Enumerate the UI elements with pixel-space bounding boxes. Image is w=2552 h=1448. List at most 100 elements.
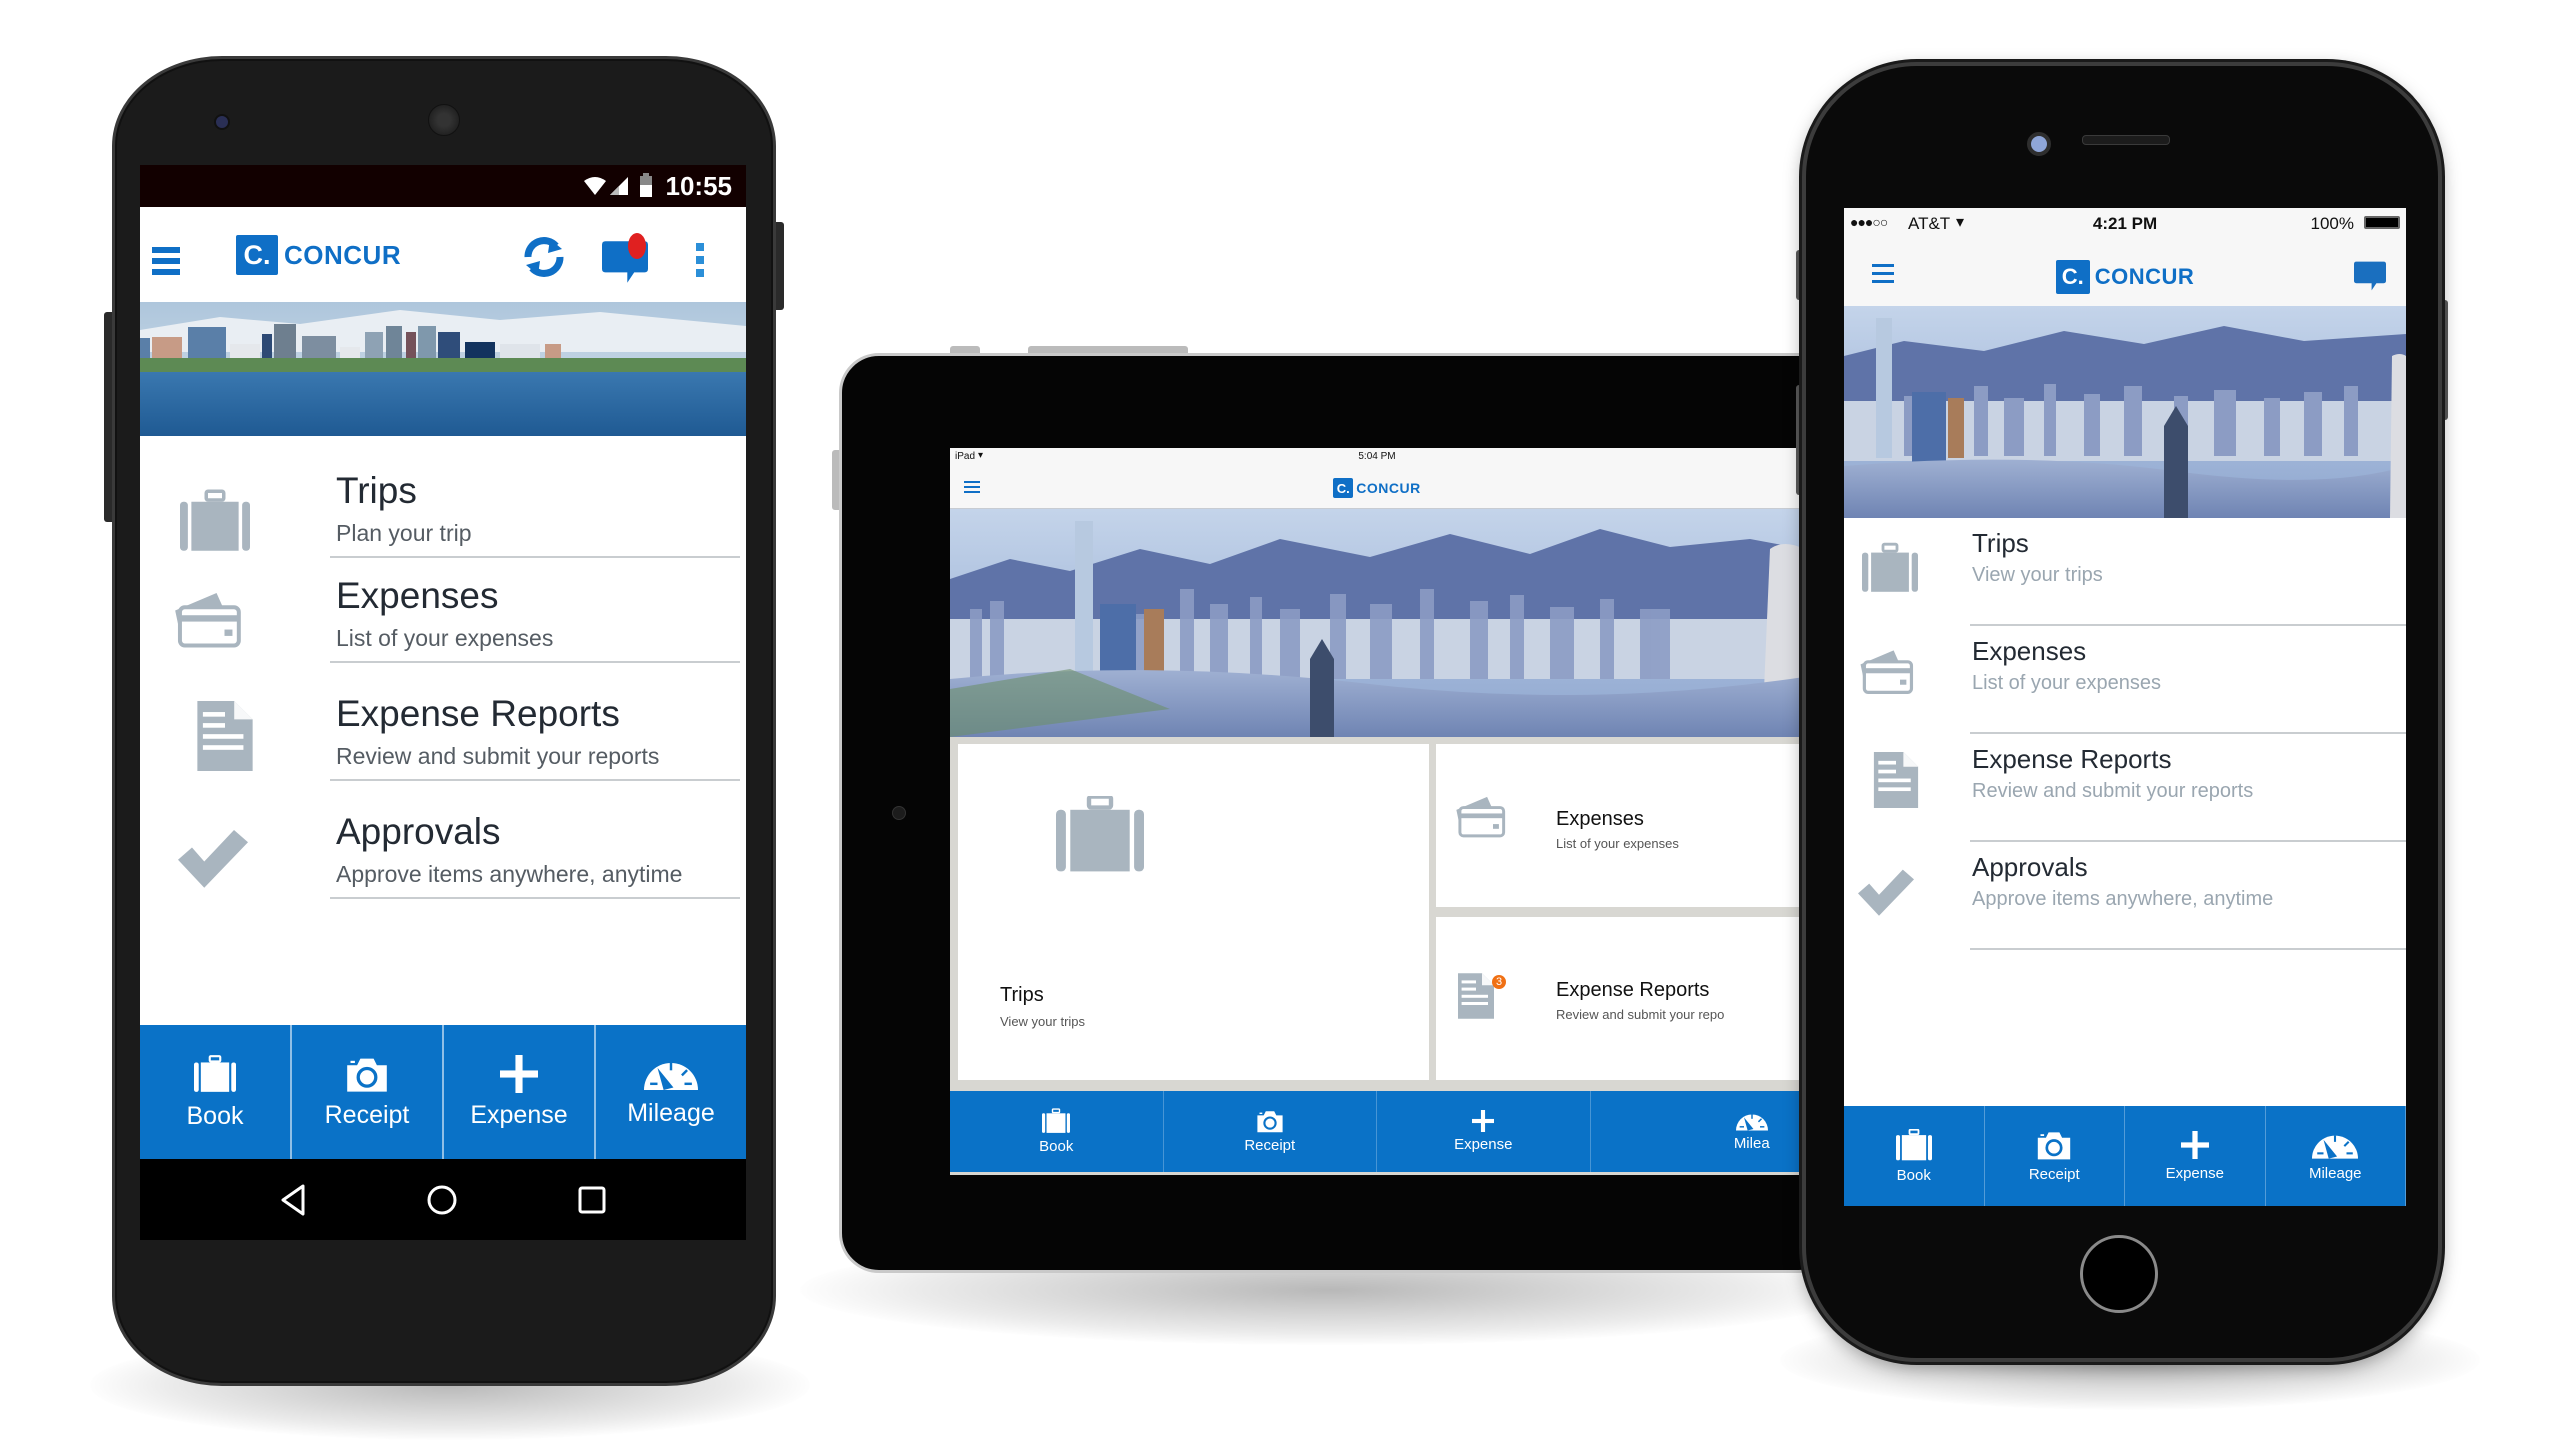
concur-logo-text: CONCUR xyxy=(1356,480,1421,496)
menu-item-title: Expense Reports xyxy=(1972,744,2172,774)
speedometer-icon xyxy=(644,1057,698,1091)
menu-item-title: Expenses xyxy=(1972,636,2087,666)
menu-item-trips[interactable]: Trips View your trips xyxy=(1844,518,2406,626)
credit-card-icon xyxy=(172,585,242,655)
sync-icon[interactable] xyxy=(520,235,568,279)
menu-item-expenses[interactable]: Expenses List of your expenses xyxy=(140,575,746,693)
suitcase-icon xyxy=(1896,1129,1932,1161)
back-icon[interactable] xyxy=(279,1183,307,1217)
nav-label: Mileage xyxy=(2308,1164,2362,1182)
nav-label: Mileage xyxy=(627,1098,715,1127)
status-time: 5:04 PM xyxy=(1358,451,1396,462)
nav-receipt-button[interactable]: Receipt xyxy=(1985,1106,2125,1206)
nav-mileage-button[interactable]: Mileage xyxy=(2266,1106,2406,1206)
menu-item-expenses[interactable]: Expenses List of your expenses xyxy=(1844,626,2406,734)
menu-item-trips[interactable]: Trips Plan your trip xyxy=(140,470,746,588)
nav-mileage-button[interactable]: Milea xyxy=(1591,1091,1804,1172)
tile-subtitle: List of your expenses xyxy=(1556,836,1679,851)
nav-receipt-button[interactable]: Receipt xyxy=(292,1025,444,1159)
tablet-button xyxy=(832,450,839,510)
suitcase-icon xyxy=(180,486,250,556)
front-camera xyxy=(214,114,230,130)
tile-subtitle: Review and submit your repo xyxy=(1556,1007,1725,1022)
tablet-app-header: C. CONCUR xyxy=(950,468,1804,510)
concur-logo: C. CONCUR xyxy=(950,478,1804,498)
checkmark-icon xyxy=(1858,864,1914,920)
iphone-screen: ●●●○○ AT&T ▾ 4:21 PM 100% C. CONCUR Trip… xyxy=(1844,208,2406,1206)
nav-label: Book xyxy=(1039,1138,1074,1155)
tile-expenses[interactable]: Expenses List of your expenses xyxy=(1436,744,1804,907)
battery-icon xyxy=(640,173,652,197)
menu-item-subtitle: Approve items anywhere, anytime xyxy=(336,861,683,887)
tile-title: Expenses xyxy=(1556,808,1644,830)
nav-label: Expense xyxy=(1454,1136,1513,1153)
front-camera xyxy=(2027,132,2051,156)
nav-book-button[interactable]: Book xyxy=(950,1091,1164,1172)
android-screen: 10:55 C. CONCUR Trips Plan your trip Exp… xyxy=(140,165,746,1240)
menu-item-approvals[interactable]: Approvals Approve items anywhere, anytim… xyxy=(1844,842,2406,950)
home-button[interactable] xyxy=(2080,1235,2158,1313)
plus-icon xyxy=(500,1055,538,1093)
wifi-icon xyxy=(584,177,606,195)
credit-card-icon xyxy=(1454,794,1506,840)
nav-receipt-button[interactable]: Receipt xyxy=(1164,1091,1377,1172)
tablet-camera xyxy=(892,806,906,820)
signal-icon xyxy=(610,177,628,195)
tile-title: Expense Reports xyxy=(1556,979,1710,1001)
tablet-button xyxy=(1028,346,1188,353)
nav-label: Book xyxy=(186,1101,244,1130)
battery-percent: 100% xyxy=(2310,214,2354,233)
notification-dot xyxy=(628,233,646,259)
nav-label: Expense xyxy=(470,1100,568,1129)
battery-icon xyxy=(2364,216,2400,229)
menu-item-subtitle: Plan your trip xyxy=(336,520,472,546)
menu-item-expense-reports[interactable]: Expense Reports Review and submit your r… xyxy=(1844,734,2406,842)
nav-label: Milea xyxy=(1733,1135,1770,1152)
nav-expense-button[interactable]: Expense xyxy=(444,1025,596,1159)
nav-expense-button[interactable]: Expense xyxy=(1377,1091,1591,1172)
menu-item-title: Approvals xyxy=(336,811,501,852)
android-system-nav xyxy=(140,1159,746,1240)
city-banner-image xyxy=(1844,306,2406,518)
overflow-menu-icon[interactable] xyxy=(696,243,704,277)
concur-logo: C. CONCUR xyxy=(236,235,401,275)
document-icon xyxy=(1458,973,1494,1019)
nav-expense-button[interactable]: Expense xyxy=(2125,1106,2266,1206)
menu-item-expense-reports[interactable]: Expense Reports Review and submit your r… xyxy=(140,693,746,811)
camera-icon xyxy=(1256,1109,1284,1133)
iphone-status-bar: ●●●○○ AT&T ▾ 4:21 PM 100% xyxy=(1844,208,2406,240)
plus-icon xyxy=(2181,1131,2209,1159)
recents-icon[interactable] xyxy=(577,1185,607,1215)
nav-book-button[interactable]: Book xyxy=(1844,1106,1985,1206)
nav-book-button[interactable]: Book xyxy=(140,1025,292,1159)
messages-icon[interactable] xyxy=(2354,260,2386,292)
tile-title: Trips xyxy=(1000,984,1044,1006)
menu-item-title: Trips xyxy=(1972,528,2029,558)
menu-item-title: Approvals xyxy=(1972,852,2088,882)
home-icon[interactable] xyxy=(425,1183,459,1217)
suitcase-icon xyxy=(1862,540,1918,596)
divider xyxy=(330,779,740,781)
android-app-header: C. CONCUR xyxy=(140,207,746,302)
divider xyxy=(330,897,740,899)
suitcase-icon xyxy=(1056,796,1144,872)
android-bottom-nav: Book Receipt Expense Mileage xyxy=(140,1025,746,1159)
android-volume-button xyxy=(104,312,112,522)
tablet-status-bar: iPad ▾ 5:04 PM xyxy=(950,448,1804,468)
menu-item-title: Trips xyxy=(336,470,417,511)
menu-item-approvals[interactable]: Approvals Approve items anywhere, anytim… xyxy=(140,811,746,929)
concur-logo-mark: C. xyxy=(1333,478,1354,498)
hamburger-menu-icon[interactable] xyxy=(152,247,180,275)
nav-mileage-button[interactable]: Mileage xyxy=(596,1025,746,1159)
menu-item-subtitle: Review and submit your reports xyxy=(336,743,660,769)
messages-button[interactable] xyxy=(602,233,652,289)
checkmark-icon xyxy=(178,823,248,893)
nav-label: Receipt xyxy=(2028,1165,2080,1183)
concur-logo-mark: C. xyxy=(2055,260,2090,294)
concur-logo-mark: C. xyxy=(236,235,278,275)
tile-expense-reports[interactable]: 3 Expense Reports Review and submit your… xyxy=(1436,917,1804,1080)
tile-subtitle: View your trips xyxy=(1000,1014,1086,1029)
city-banner-image xyxy=(950,509,1804,737)
speedometer-icon xyxy=(1736,1111,1768,1131)
tile-trips[interactable]: Trips View your trips xyxy=(958,744,1429,1080)
